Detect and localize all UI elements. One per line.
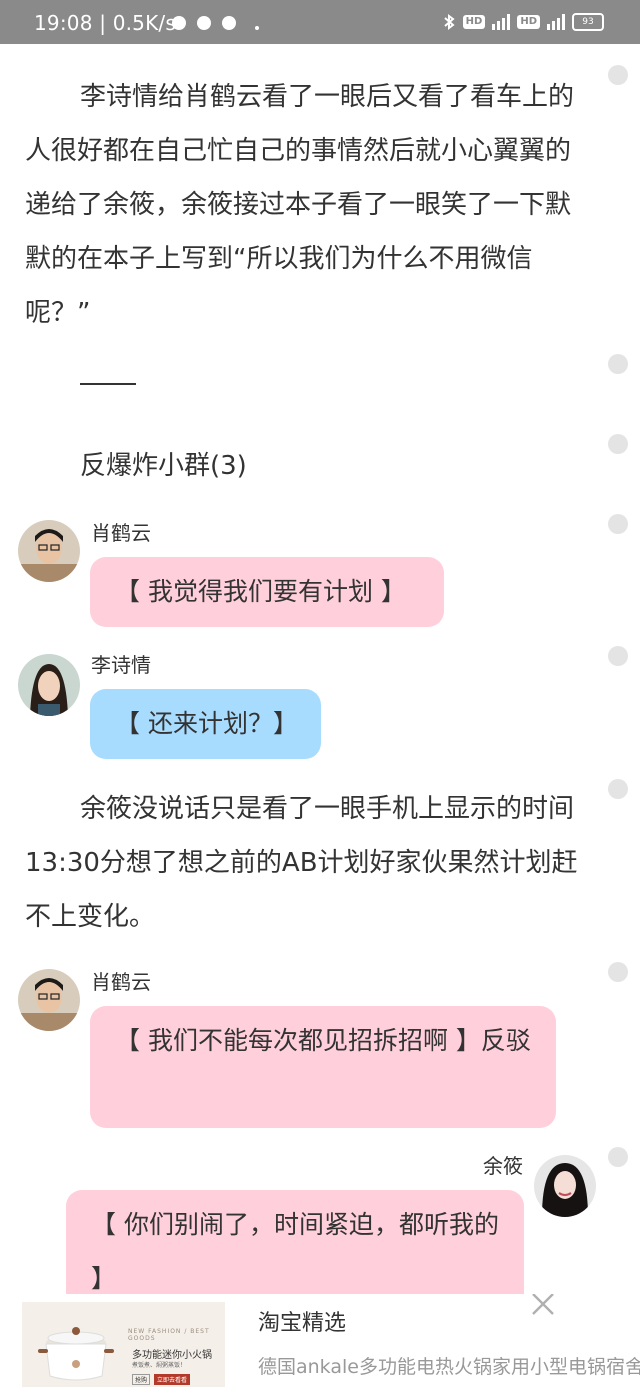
avatar-xiao-heyun[interactable] — [18, 520, 80, 582]
avatar-xiao-heyun[interactable] — [18, 969, 80, 1031]
battery-icon: 93 — [572, 13, 604, 31]
sender-name: 李诗情 — [91, 653, 151, 677]
sender-name: 肖鹤云 — [91, 521, 151, 545]
ad-title[interactable]: 淘宝精选 — [258, 1311, 346, 1337]
ad-description[interactable]: 德国ankale多功能电热火锅家用小型电锅宿舍学生 — [258, 1355, 640, 1379]
notification-dot-icon — [255, 26, 259, 30]
sender-name: 肖鹤云 — [91, 970, 151, 994]
ad-image-headline: 多功能迷你小火锅 — [132, 1350, 212, 1361]
bluetooth-icon — [443, 14, 455, 30]
paragraph-comment-marker[interactable] — [608, 65, 628, 85]
avatar-yu-xiao[interactable] — [534, 1155, 596, 1217]
status-right-group: HD HD 93 — [442, 11, 604, 33]
close-icon[interactable] — [528, 1294, 558, 1324]
group-chat-title: 反爆炸小群(3) — [80, 451, 247, 481]
avatar-li-shiqing[interactable] — [18, 654, 80, 716]
sync-icon — [172, 16, 186, 30]
status-bar: 19:08 | 0.5K/s HD HD 93 — [0, 0, 640, 44]
paragraph-comment-marker[interactable] — [608, 354, 628, 374]
chat-bubble[interactable]: 【 我们不能每次都见招拆招啊 】反驳 — [90, 1006, 556, 1128]
reader-content[interactable]: 李诗情给肖鹤云看了一眼后又看了看车上的人很好都在自己忙自己的事情然后就小心翼翼的… — [0, 44, 640, 1294]
ad-image-button: 立即去看看 — [154, 1374, 191, 1385]
story-paragraph: 李诗情给肖鹤云看了一眼后又看了看车上的人很好都在自己忙自己的事情然后就小心翼翼的… — [25, 82, 575, 328]
story-paragraph: 余筱没说话只是看了一眼手机上显示的时间13:30分想了想之前的AB计划好家伙果然… — [25, 794, 578, 932]
clock-icon — [222, 16, 236, 30]
signal-icon — [492, 14, 511, 30]
paragraph-comment-marker[interactable] — [608, 1147, 628, 1167]
hd-badge-1: HD — [462, 15, 486, 29]
paragraph-comment-marker[interactable] — [608, 514, 628, 534]
status-time-speed: 19:08 | 0.5K/s — [34, 11, 176, 35]
chat-bubble[interactable]: 【 你们别闹了，时间紧迫，都听我的 】 — [66, 1190, 524, 1294]
minus-circle-icon — [197, 16, 211, 30]
sender-name: 余筱 — [483, 1154, 523, 1178]
paragraph-comment-marker[interactable] — [608, 779, 628, 799]
ad-banner[interactable]: NEW FASHION / BEST GOODS 多功能迷你小火锅 煮饭煮、焖粥… — [0, 1294, 640, 1387]
divider — [80, 383, 136, 385]
ad-product-image[interactable]: NEW FASHION / BEST GOODS 多功能迷你小火锅 煮饭煮、焖粥… — [22, 1302, 225, 1387]
ad-image-subline: 煮饭煮、焖粥蒸饭！ — [132, 1362, 187, 1369]
ad-image-brand: NEW FASHION / BEST GOODS — [128, 1328, 210, 1342]
signal-icon — [547, 14, 565, 30]
chat-bubble[interactable]: 【 还来计划？】 — [90, 689, 321, 759]
ad-image-button: 抢购 — [132, 1374, 151, 1385]
paragraph-comment-marker[interactable] — [608, 434, 628, 454]
paragraph-comment-marker[interactable] — [608, 646, 628, 666]
chat-bubble[interactable]: 【 我觉得我们要有计划 】 — [90, 557, 444, 627]
hotpot-image — [38, 1327, 114, 1381]
hd-badge-2: HD — [517, 15, 540, 29]
paragraph-comment-marker[interactable] — [608, 962, 628, 982]
